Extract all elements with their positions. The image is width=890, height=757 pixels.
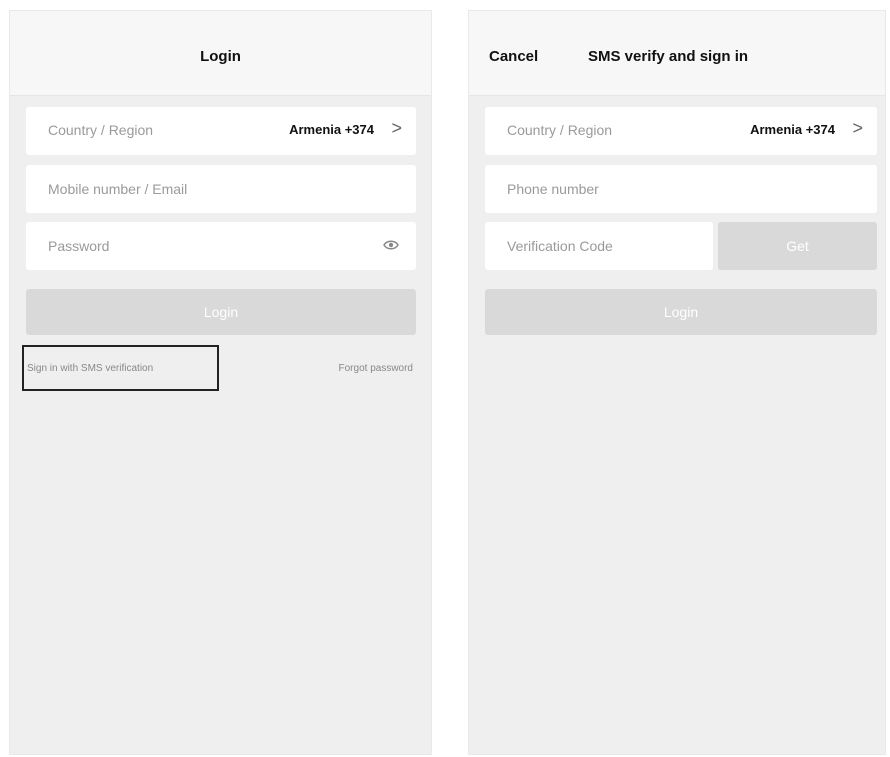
login-button[interactable]: Login [26,289,416,335]
phone-number-input[interactable] [485,165,877,213]
mobile-email-input[interactable] [26,165,416,213]
verification-code-field-wrapper [485,222,713,270]
page-title: SMS verify and sign in [588,48,749,65]
verification-code-input[interactable] [485,222,713,270]
sms-login-button[interactable]: Login [485,289,877,335]
phone-field-wrapper [485,165,877,213]
country-region-label: Country / Region [48,122,154,138]
forgot-password-link[interactable]: Forgot password [339,363,413,374]
sms-verify-screen: Cancel SMS verify and sign in Country / … [468,10,886,755]
mobile-email-field-wrapper [26,165,416,213]
country-region-selector[interactable]: Country / Region Armenia +374 > [485,107,877,155]
sms-nav-bar: Cancel SMS verify and sign in [469,11,885,96]
sms-sign-in-link[interactable]: Sign in with SMS verification [27,363,153,374]
chevron-right-icon: > [852,118,863,138]
eye-icon[interactable] [383,239,399,251]
country-region-label: Country / Region [507,122,613,138]
country-region-selector[interactable]: Country / Region Armenia +374 > [26,107,416,155]
country-region-value: Armenia +374 [289,122,374,137]
password-field-wrapper [26,222,416,270]
page-title: Login [200,48,241,65]
get-code-button[interactable]: Get [718,222,877,270]
login-screen: Login Country / Region Armenia +374 > Lo… [9,10,432,755]
country-region-value: Armenia +374 [750,122,835,137]
cancel-button[interactable]: Cancel [489,48,538,65]
password-input[interactable] [26,222,416,270]
login-nav-bar: Login [10,11,431,96]
chevron-right-icon: > [391,118,402,138]
